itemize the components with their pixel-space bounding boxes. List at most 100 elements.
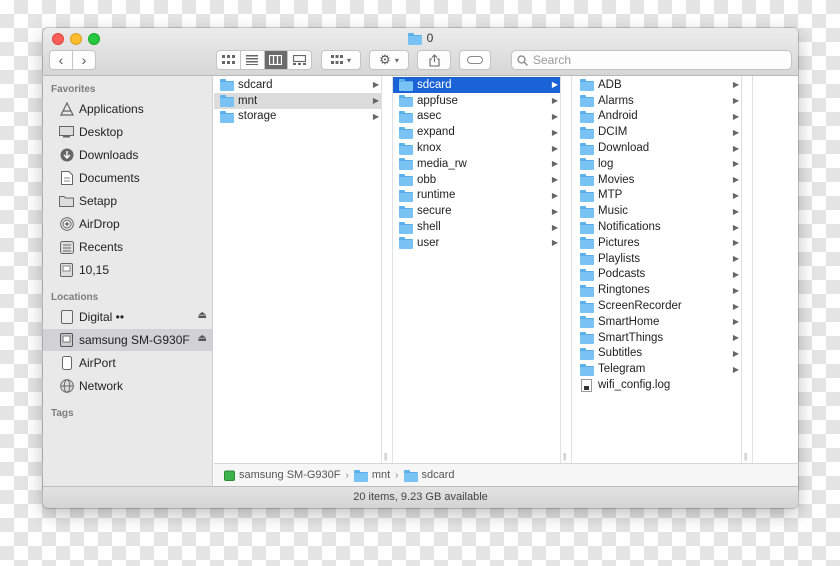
- list-item[interactable]: shell ▶: [393, 219, 560, 235]
- list-item[interactable]: Music ▶: [574, 203, 741, 219]
- sidebar-item-digital[interactable]: Digital •• ⏏: [43, 306, 213, 328]
- gallery-view-button[interactable]: [288, 51, 311, 69]
- list-item[interactable]: knox ▶: [393, 140, 560, 156]
- list-item[interactable]: secure ▶: [393, 203, 560, 219]
- sidebar-item-label: Digital ••: [79, 310, 125, 324]
- list-item[interactable]: storage ▶: [214, 109, 381, 125]
- sidebar-item-disk[interactable]: 10,15: [43, 259, 213, 281]
- icon-view-button[interactable]: [217, 51, 241, 69]
- list-item[interactable]: Alarms ▶: [574, 93, 741, 109]
- chevron-right-icon: ▶: [732, 222, 740, 232]
- list-item[interactable]: Telegram ▶: [574, 361, 741, 377]
- chevron-right-icon: ▶: [732, 364, 740, 374]
- column-resize-handle[interactable]: ||: [561, 76, 572, 463]
- folder-icon: [399, 237, 413, 250]
- list-item[interactable]: Subtitles ▶: [574, 346, 741, 362]
- list-item[interactable]: Podcasts ▶: [574, 267, 741, 283]
- sidebar-item-label: samsung SM-G930F: [79, 333, 190, 347]
- sidebar-item-airport[interactable]: AirPort: [43, 352, 213, 374]
- folder-icon: [399, 174, 413, 187]
- list-item[interactable]: MTP ▶: [574, 188, 741, 204]
- list-item[interactable]: Ringtones ▶: [574, 282, 741, 298]
- list-item[interactable]: Playlists ▶: [574, 251, 741, 267]
- folder-icon: [580, 268, 594, 281]
- sidebar-item-airdrop[interactable]: AirDrop: [43, 213, 213, 235]
- phone-drive-icon: [59, 333, 74, 348]
- list-item[interactable]: wifi_config.log: [574, 377, 741, 393]
- chevron-right-icon: ▶: [372, 80, 380, 90]
- path-item[interactable]: samsung SM-G930F: [224, 469, 340, 481]
- list-view-icon: [246, 55, 259, 65]
- list-item[interactable]: mnt ▶: [214, 92, 381, 109]
- sidebar-item-applications[interactable]: Applications: [43, 98, 213, 120]
- folder-icon: [407, 32, 422, 45]
- list-item[interactable]: log ▶: [574, 156, 741, 172]
- sidebar-item-desktop[interactable]: Desktop: [43, 121, 213, 143]
- list-item[interactable]: DCIM ▶: [574, 124, 741, 140]
- list-item[interactable]: user ▶: [393, 235, 560, 251]
- folder-icon: [399, 142, 413, 155]
- folder-icon: [220, 95, 234, 108]
- list-item[interactable]: ADB ▶: [574, 77, 741, 93]
- locations-heading: Locations: [51, 292, 99, 303]
- list-item[interactable]: Movies ▶: [574, 172, 741, 188]
- column-resize-handle[interactable]: ||: [742, 76, 753, 463]
- favorites-heading: Favorites: [51, 84, 96, 95]
- documents-icon: [59, 171, 74, 186]
- downloads-icon: [59, 148, 74, 163]
- sidebar-item-downloads[interactable]: Downloads: [43, 144, 213, 166]
- list-item[interactable]: media_rw ▶: [393, 156, 560, 172]
- sidebar-item-label: Applications: [79, 102, 144, 116]
- tag-icon: [467, 56, 483, 64]
- back-button[interactable]: ‹: [50, 51, 73, 69]
- path-item[interactable]: sdcard: [403, 469, 455, 482]
- folder-icon: [399, 95, 413, 108]
- tags-button[interactable]: [459, 50, 491, 70]
- sidebar-item-label: Documents: [79, 171, 140, 185]
- tags-heading: Tags: [51, 408, 74, 419]
- window-title: 0: [43, 31, 798, 45]
- list-item[interactable]: appfuse ▶: [393, 93, 560, 109]
- desktop-icon: [59, 125, 74, 140]
- sidebar-item-samsung[interactable]: samsung SM-G930F ⏏: [43, 329, 213, 351]
- column-view-button[interactable]: [264, 51, 289, 69]
- sidebar-item-network[interactable]: Network: [43, 375, 213, 397]
- eject-icon[interactable]: ⏏: [198, 310, 207, 321]
- search-field[interactable]: [511, 50, 792, 70]
- path-item[interactable]: mnt: [353, 469, 390, 482]
- list-item[interactable]: Download ▶: [574, 140, 741, 156]
- folder-icon: [399, 158, 413, 171]
- list-item[interactable]: SmartThings ▶: [574, 330, 741, 346]
- list-item[interactable]: Notifications ▶: [574, 219, 741, 235]
- list-item[interactable]: expand ▶: [393, 124, 560, 140]
- list-item[interactable]: sdcard ▶: [214, 77, 381, 93]
- forward-button[interactable]: ›: [73, 51, 95, 69]
- column-view-icon: [269, 55, 283, 65]
- sidebar-item-documents[interactable]: Documents: [43, 167, 213, 189]
- airdrop-icon: [59, 217, 74, 232]
- column-2: sdcard ▶ appfuse ▶ asec ▶ expand ▶ knox ▶ me…: [393, 76, 561, 463]
- list-view-button[interactable]: [241, 51, 265, 69]
- chevron-right-icon: ▶: [551, 159, 559, 169]
- folder-icon: [59, 194, 74, 209]
- list-item[interactable]: ScreenRecorder ▶: [574, 298, 741, 314]
- eject-icon[interactable]: ⏏: [198, 333, 207, 344]
- list-item[interactable]: SmartHome ▶: [574, 314, 741, 330]
- share-button[interactable]: [417, 50, 451, 70]
- chevron-right-icon: ▶: [732, 96, 740, 106]
- search-input[interactable]: [533, 53, 773, 67]
- list-item[interactable]: asec ▶: [393, 109, 560, 125]
- list-item[interactable]: Android ▶: [574, 109, 741, 125]
- list-item[interactable]: runtime ▶: [393, 188, 560, 204]
- action-button[interactable]: ⚙ ▾: [369, 50, 409, 70]
- column-1: sdcard ▶ mnt ▶ storage ▶: [214, 76, 382, 463]
- list-item[interactable]: obb ▶: [393, 172, 560, 188]
- group-by-button[interactable]: ▾: [321, 50, 361, 70]
- list-item[interactable]: Pictures ▶: [574, 235, 741, 251]
- list-item[interactable]: sdcard ▶: [393, 77, 560, 93]
- folder-icon: [399, 79, 413, 92]
- sidebar-item-setapp[interactable]: Setapp: [43, 190, 213, 212]
- column-resize-handle[interactable]: ||: [382, 76, 393, 463]
- folder-icon: [580, 95, 594, 108]
- sidebar-item-recents[interactable]: Recents: [43, 236, 213, 258]
